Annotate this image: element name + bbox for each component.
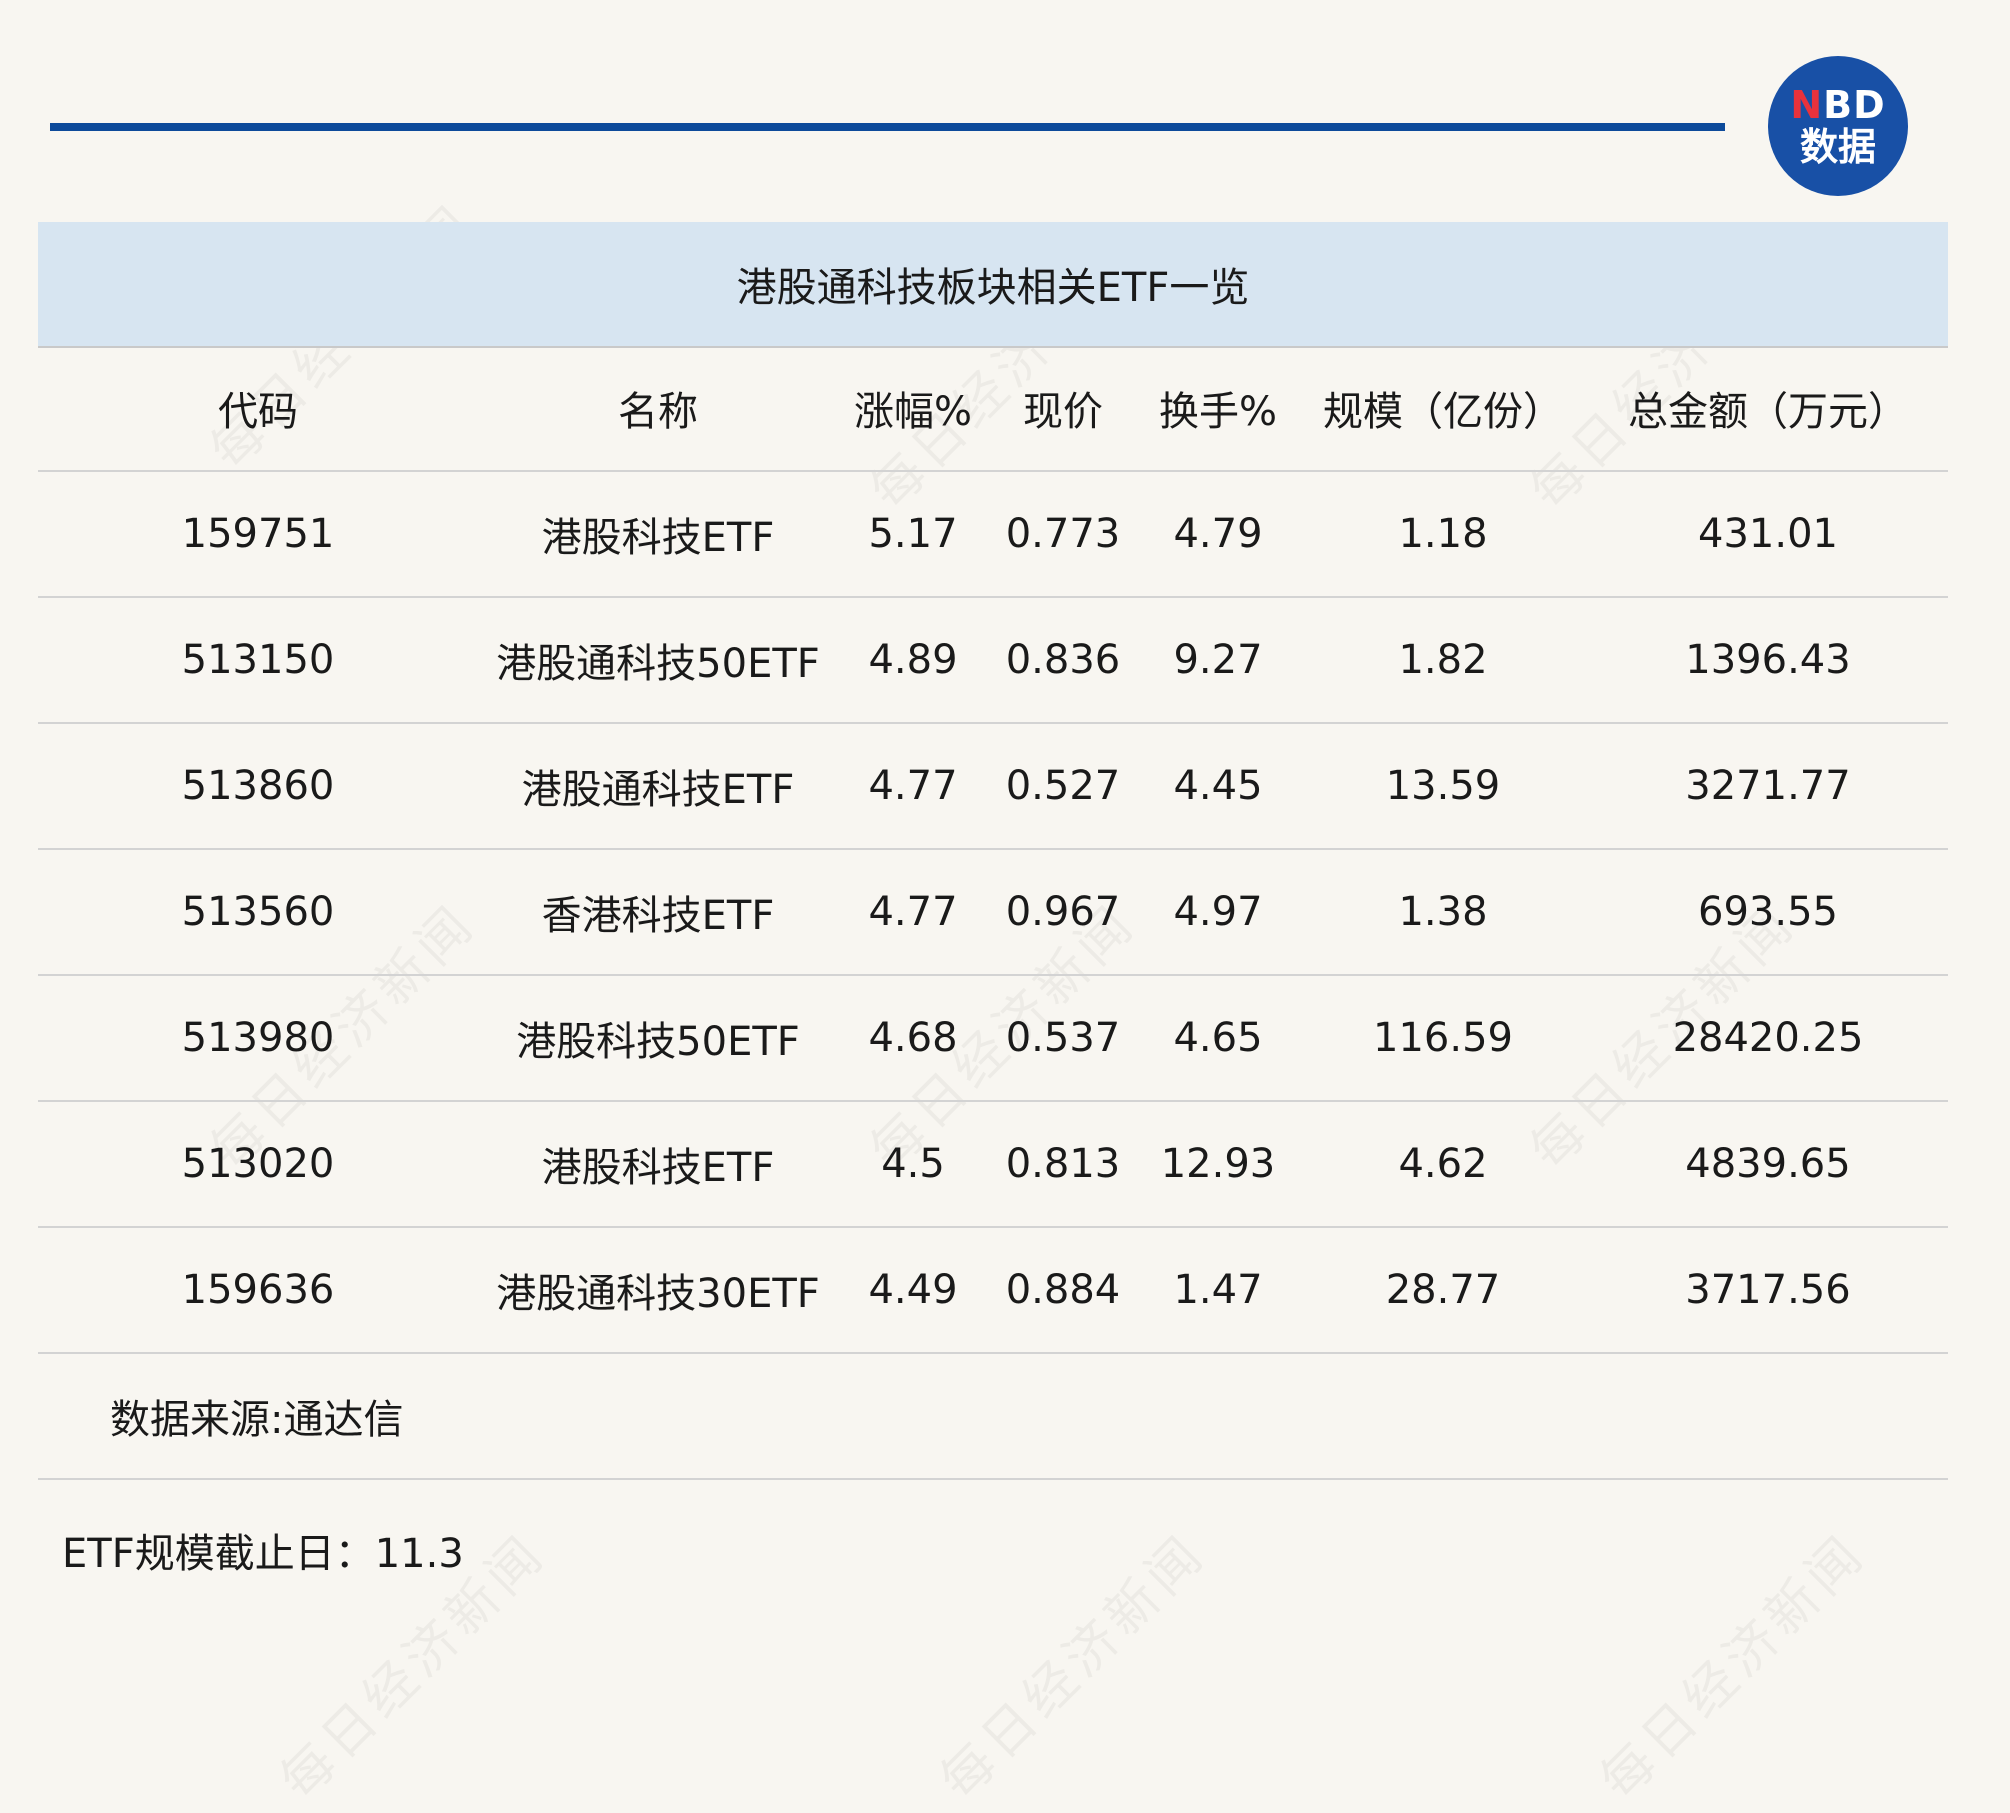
cell-turnover-pct: 4.97 [1138,849,1298,976]
cell-code: 159636 [38,1227,478,1354]
cell-code: 159751 [38,471,478,598]
cell-total-amount: 1396.43 [1588,597,1948,724]
cell-name: 香港科技ETF [478,849,838,976]
header-scale: 规模（亿份） [1298,346,1588,472]
cell-turnover-pct: 1.47 [1138,1227,1298,1354]
cell-name: 港股通科技50ETF [478,597,838,724]
header-code: 代码 [38,346,478,472]
cell-scale: 4.62 [1298,1101,1588,1228]
cell-total-amount: 4839.65 [1588,1101,1948,1228]
cell-code: 513020 [38,1101,478,1228]
cell-turnover-pct: 4.45 [1138,723,1298,850]
cell-price: 0.773 [988,471,1138,598]
logo-n: N [1790,83,1824,127]
cell-scale: 1.82 [1298,597,1588,724]
cell-scale: 28.77 [1298,1227,1588,1354]
table-title: 港股通科技板块相关ETF一览 [38,222,1948,348]
nbd-logo: NBD 数据 [1768,56,1908,196]
etf-table: 代码 名称 涨幅% 现价 换手% 规模（亿份） 总金额（万元） 159751 港… [38,346,1948,1354]
cell-total-amount: 693.55 [1588,849,1948,976]
table-row: 159636 港股通科技30ETF 4.49 0.884 1.47 28.77 … [38,1227,1948,1354]
header-price: 现价 [988,346,1138,472]
cell-change-pct: 4.77 [838,723,988,850]
cell-change-pct: 4.49 [838,1227,988,1354]
cell-price: 0.813 [988,1101,1138,1228]
cell-change-pct: 4.68 [838,975,988,1102]
cell-code: 513560 [38,849,478,976]
cell-price: 0.527 [988,723,1138,850]
cell-name: 港股科技ETF [478,1101,838,1228]
cell-turnover-pct: 4.65 [1138,975,1298,1102]
header-name: 名称 [478,346,838,472]
cell-scale: 1.18 [1298,471,1588,598]
logo-cn-text: 数据 [1799,125,1876,169]
cell-total-amount: 3717.56 [1588,1227,1948,1354]
cell-turnover-pct: 9.27 [1138,597,1298,724]
cell-change-pct: 4.5 [838,1101,988,1228]
watermark: 每日经济新闻 [1580,1514,1879,1813]
cell-total-amount: 3271.77 [1588,723,1948,850]
cell-name: 港股科技50ETF [478,975,838,1102]
table-row: 513980 港股科技50ETF 4.68 0.537 4.65 116.59 … [38,975,1948,1102]
cell-scale: 13.59 [1298,723,1588,850]
cell-name: 港股科技ETF [478,471,838,598]
data-source-row: 数据来源:通达信 [38,1354,1948,1480]
cell-code: 513150 [38,597,478,724]
cell-price: 0.884 [988,1227,1138,1354]
watermark: 每日经济新闻 [920,1514,1219,1813]
cell-turnover-pct: 4.79 [1138,471,1298,598]
cell-code: 513860 [38,723,478,850]
table-row: 513150 港股通科技50ETF 4.89 0.836 9.27 1.82 1… [38,597,1948,724]
cell-price: 0.967 [988,849,1138,976]
cell-scale: 116.59 [1298,975,1588,1102]
cell-price: 0.836 [988,597,1138,724]
table-row: 513560 香港科技ETF 4.77 0.967 4.97 1.38 693.… [38,849,1948,976]
table-row: 159751 港股科技ETF 5.17 0.773 4.79 1.18 431.… [38,471,1948,598]
header-change-pct: 涨幅% [838,346,988,472]
cell-change-pct: 4.77 [838,849,988,976]
table-row: 513860 港股通科技ETF 4.77 0.527 4.45 13.59 32… [38,723,1948,850]
top-rule [50,123,1725,131]
cell-total-amount: 431.01 [1588,471,1948,598]
logo-bd: BD [1823,83,1886,127]
cell-total-amount: 28420.25 [1588,975,1948,1102]
table-row: 513020 港股科技ETF 4.5 0.813 12.93 4.62 4839… [38,1101,1948,1228]
header-total-amount: 总金额（万元） [1588,346,1948,472]
table-header-row: 代码 名称 涨幅% 现价 换手% 规模（亿份） 总金额（万元） [38,346,1948,472]
etf-scale-date-note: ETF规模截止日：11.3 [62,1531,464,1577]
cell-name: 港股通科技30ETF [478,1227,838,1354]
cell-price: 0.537 [988,975,1138,1102]
data-source-text: 数据来源:通达信 [110,1397,404,1443]
cell-code: 513980 [38,975,478,1102]
cell-turnover-pct: 12.93 [1138,1101,1298,1228]
header-turnover-pct: 换手% [1138,346,1298,472]
cell-name: 港股通科技ETF [478,723,838,850]
cell-change-pct: 5.17 [838,471,988,598]
cell-scale: 1.38 [1298,849,1588,976]
logo-nbd-text: NBD [1790,86,1885,124]
cell-change-pct: 4.89 [838,597,988,724]
